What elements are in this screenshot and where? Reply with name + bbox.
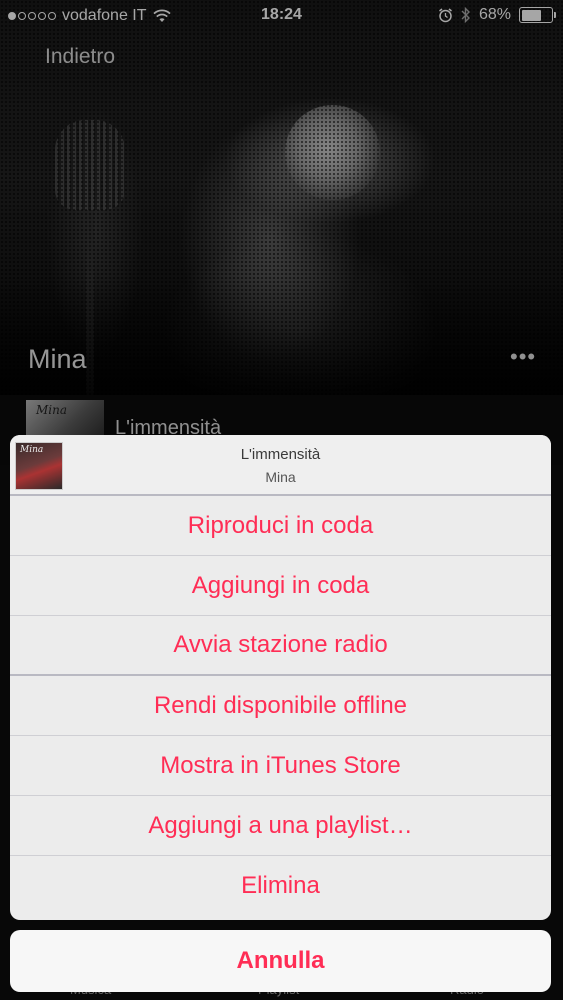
start-radio-button[interactable]: Avvia stazione radio [10, 616, 551, 676]
sheet-title: L'immensità [240, 446, 321, 463]
cancel-button[interactable]: Annulla [10, 930, 551, 992]
sheet-subtitle: Mina [265, 469, 296, 485]
make-offline-button[interactable]: Rendi disponibile offline [10, 676, 551, 736]
delete-button[interactable]: Elimina [10, 856, 551, 916]
action-sheet-header: Mina L'immensità Mina [10, 435, 551, 496]
play-next-button[interactable]: Riproduci in coda [10, 496, 551, 556]
screen: vodafone IT 18:24 68% Indietro Mina ••• … [0, 0, 563, 1000]
add-to-queue-button[interactable]: Aggiungi in coda [10, 556, 551, 616]
add-to-playlist-button[interactable]: Aggiungi a una playlist… [10, 796, 551, 856]
show-in-itunes-button[interactable]: Mostra in iTunes Store [10, 736, 551, 796]
action-sheet: Mina L'immensità Mina Riproduci in coda … [10, 435, 551, 920]
